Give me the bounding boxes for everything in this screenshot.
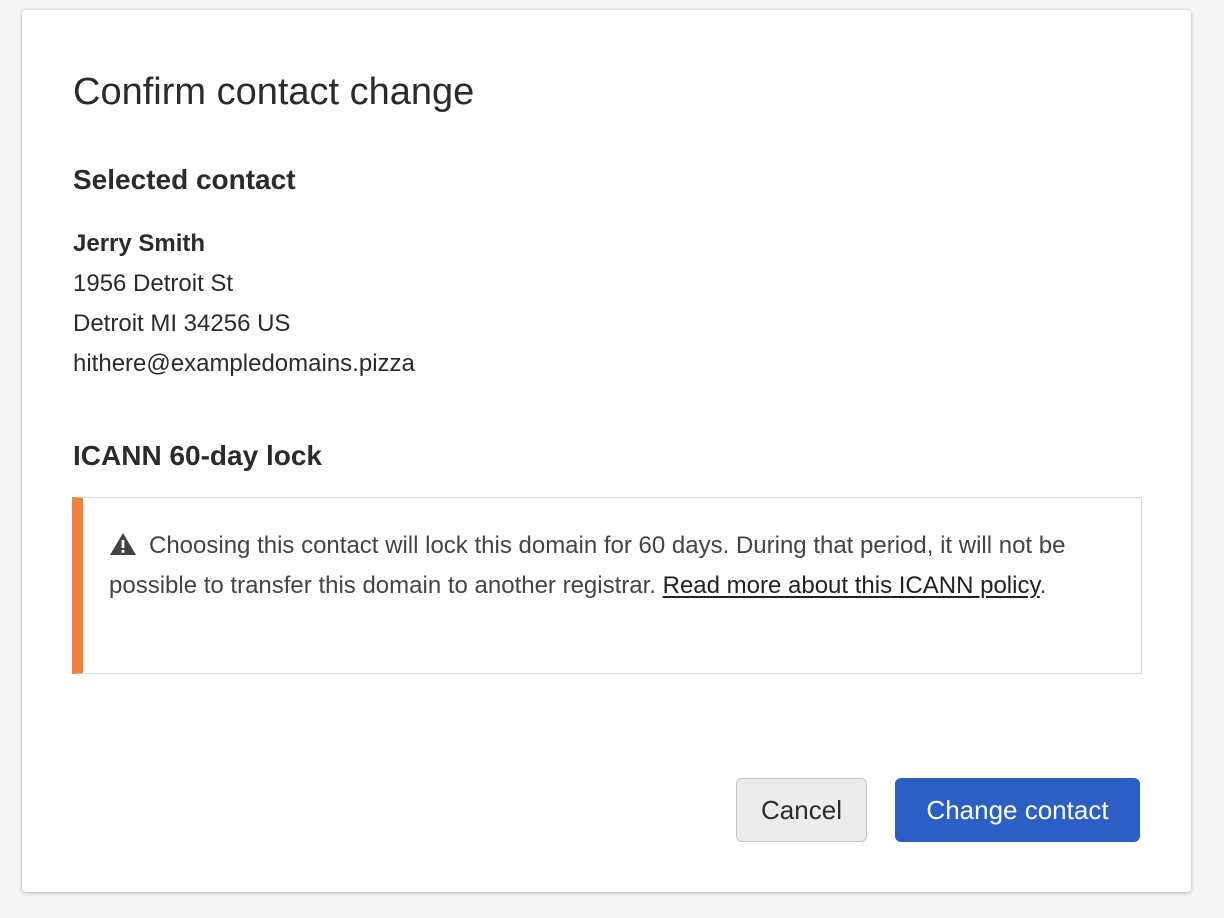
notice-text: Choosing this contact will lock this dom…	[109, 526, 1119, 606]
contact-details: Jerry Smith 1956 Detroit St Detroit MI 3…	[73, 224, 415, 384]
warning-triangle-icon	[109, 529, 137, 555]
cancel-button[interactable]: Cancel	[736, 778, 867, 842]
change-contact-button[interactable]: Change contact	[895, 778, 1140, 842]
dialog-title: Confirm contact change	[73, 71, 475, 113]
selected-contact-heading: Selected contact	[73, 164, 296, 195]
contact-name: Jerry Smith	[73, 230, 206, 257]
notice-trailing: .	[1039, 572, 1047, 599]
contact-email: hithere@exampledomains.pizza	[73, 350, 415, 377]
icann-lock-heading: ICANN 60-day lock	[73, 440, 322, 471]
confirm-contact-dialog: Confirm contact change Selected contact …	[22, 10, 1191, 892]
contact-address-line2: Detroit MI 34256 US	[73, 310, 291, 337]
icann-lock-notice: Choosing this contact will lock this dom…	[72, 497, 1142, 674]
icann-policy-link[interactable]: Read more about this ICANN policy	[663, 572, 1040, 599]
contact-address-line1: 1956 Detroit St	[73, 270, 234, 297]
